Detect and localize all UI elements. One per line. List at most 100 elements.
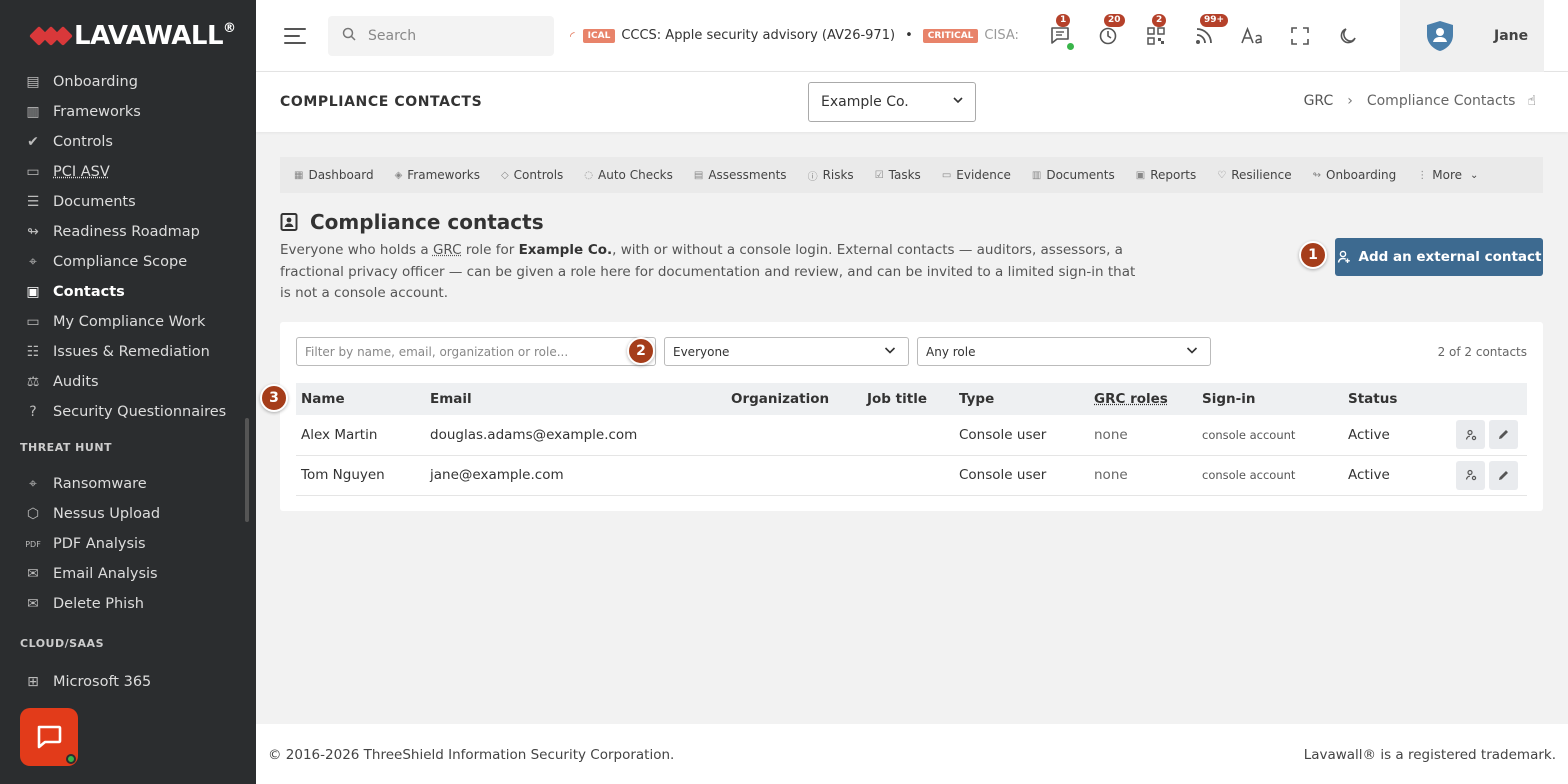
tab-controls[interactable]: ◇ Controls (501, 168, 563, 182)
col-name[interactable]: Name (296, 383, 425, 415)
organization-select[interactable]: Example Co. (808, 82, 976, 122)
role-select-value: Any role (926, 344, 976, 359)
manage-user-button[interactable] (1456, 460, 1485, 490)
sidebar-item-ransomware[interactable]: ⌖ Ransomware (0, 469, 256, 499)
contact-type-select[interactable]: Everyone (664, 337, 909, 366)
step-marker-1: 1 (1299, 241, 1327, 269)
cell-actions (1451, 415, 1527, 456)
col-sign-in[interactable]: Sign-in (1197, 383, 1343, 415)
font-size-icon[interactable] (1240, 24, 1264, 48)
tab-assessments[interactable]: ▤ Assessments (694, 168, 787, 182)
nav-compliance: ▤ Onboarding ▥ Frameworks ✔ Controls ▭ PCI A… (0, 67, 256, 427)
dark-mode-icon[interactable] (1336, 24, 1360, 48)
user-settings-icon (1465, 429, 1476, 440)
sidebar-item-contacts[interactable]: ▣ Contacts (0, 277, 256, 307)
grid-icon: ⊞ (27, 674, 39, 690)
ticker-item[interactable]: CISA: CV (984, 28, 1022, 43)
messages-icon[interactable]: 1 (1048, 13, 1074, 50)
sidebar-item-microsoft-365[interactable]: ⊞ Microsoft 365 (0, 667, 256, 697)
tab-tasks[interactable]: ☑ Tasks (875, 168, 921, 182)
tab-dashboard[interactable]: ▦ Dashboard (294, 168, 374, 182)
nav-threat-hunt: ⌖ Ransomware ⬡ Nessus Upload PDF PDF Analys… (0, 469, 256, 619)
user-menu[interactable]: Jane (1400, 0, 1544, 72)
cell-status: Active (1343, 455, 1451, 496)
cell-job-title (862, 455, 954, 496)
role-select[interactable]: Any role (917, 337, 1211, 366)
onboarding-icon: ↬ (1312, 169, 1321, 181)
col-job-title[interactable]: Job title (862, 383, 954, 415)
edit-button[interactable] (1489, 460, 1518, 490)
col-type[interactable]: Type (954, 383, 1089, 415)
status-dot (1067, 42, 1074, 50)
fullscreen-icon[interactable] (1288, 24, 1312, 48)
cell-status: Active (1343, 415, 1451, 456)
sidebar-item-controls[interactable]: ✔ Controls (0, 127, 256, 157)
add-user-icon (1337, 250, 1350, 263)
assessments-icon: ▤ (693, 169, 704, 181)
sidebar-scrollbar[interactable] (245, 418, 249, 522)
add-external-contact-button[interactable]: Add an external contact (1335, 238, 1543, 276)
col-organization[interactable]: Organization (726, 383, 862, 415)
contacts-icon: ▣ (26, 284, 40, 300)
sidebar-item-pdf-analysis[interactable]: PDF PDF Analysis (0, 529, 256, 559)
tab-onboarding[interactable]: ↬ Onboarding (1313, 168, 1397, 182)
search-placeholder: Search (368, 27, 417, 44)
tab-more[interactable]: ⋮ More ⌄ (1417, 168, 1478, 182)
user-name: Jane (1494, 28, 1529, 44)
inbox-icon: ▭ (26, 314, 40, 330)
tab-resilience[interactable]: ♡ Resilience (1217, 168, 1291, 182)
qr-code-icon[interactable]: 2 (1144, 13, 1168, 48)
tab-auto-checks[interactable]: ◌ Auto Checks (584, 168, 673, 182)
roadmap-icon: ↬ (27, 224, 39, 240)
col-grc-roles[interactable]: GRC roles (1089, 383, 1197, 415)
breadcrumb: GRC › Compliance Contacts ☝ (1304, 93, 1536, 109)
sidebar-item-email-analysis[interactable]: ✉ Email Analysis (0, 559, 256, 589)
brand-logo[interactable]: LAVAWALL® (0, 0, 256, 72)
ticker-badge: ICAL (582, 28, 616, 43)
search-box[interactable]: Search (328, 15, 554, 56)
alerts-count-badge: 20 (1104, 13, 1125, 27)
news-ticker[interactable]: ◜ ICAL CCCS: Apple security advisory (AV… (570, 16, 1022, 56)
sidebar-item-audits[interactable]: ⚖ Audits (0, 367, 256, 397)
pci-icon: ▭ (26, 164, 40, 180)
cell-grc-roles: none (1089, 455, 1197, 496)
user-settings-icon (1465, 469, 1476, 481)
tab-frameworks[interactable]: ◈ Frameworks (395, 168, 480, 182)
sidebar-item-onboarding[interactable]: ▤ Onboarding (0, 67, 256, 97)
manage-user-button[interactable] (1456, 420, 1485, 450)
sidebar-item-documents[interactable]: ☰ Documents (0, 187, 256, 217)
ticker-item[interactable]: CCCS: Apple security advisory (AV26-971) (621, 28, 895, 43)
section-description: Everyone who holds a GRC role for Exampl… (280, 242, 1136, 301)
col-status[interactable]: Status (1343, 383, 1451, 415)
sidebar-item-frameworks[interactable]: ▥ Frameworks (0, 97, 256, 127)
col-email[interactable]: Email (425, 383, 726, 415)
sidebar: LAVAWALL® ▤ Onboarding ▥ Frameworks ✔ Contr… (0, 0, 256, 784)
chat-button[interactable] (20, 708, 78, 766)
tab-documents[interactable]: ▥ Documents (1032, 168, 1115, 182)
alerts-timer-icon[interactable]: 20 (1096, 13, 1125, 48)
edit-button[interactable] (1489, 420, 1518, 450)
sidebar-item-compliance-scope[interactable]: ⌖ Compliance Scope (0, 247, 256, 277)
page-header: COMPLIANCE CONTACTS Example Co. GRC › Co… (256, 72, 1568, 132)
tab-evidence[interactable]: ▭ Evidence (942, 168, 1011, 182)
avatar (1426, 20, 1454, 52)
sidebar-item-delete-phish[interactable]: ✉ Delete Phish (0, 589, 256, 619)
cell-grc-roles: none (1089, 415, 1197, 456)
sidebar-item-readiness-roadmap[interactable]: ↬ Readiness Roadmap (0, 217, 256, 247)
tab-risks[interactable]: ⓘ Risks (808, 168, 854, 183)
email-delete-icon: ✉ (27, 596, 39, 612)
sidebar-item-issues-remediation[interactable]: ☷ Issues & Remediation (0, 337, 256, 367)
feeds-icon[interactable]: 99+ (1192, 13, 1229, 48)
sidebar-item-security-questionnaires[interactable]: ? Security Questionnaires (0, 397, 256, 427)
sidebar-item-pci-asv[interactable]: ▭ PCI ASV (0, 157, 256, 187)
sidebar-item-nessus-upload[interactable]: ⬡ Nessus Upload (0, 499, 256, 529)
tab-reports[interactable]: ▣ Reports (1136, 168, 1196, 182)
sidebar-item-my-compliance-work[interactable]: ▭ My Compliance Work (0, 307, 256, 337)
breadcrumb-grc[interactable]: GRC (1304, 93, 1334, 109)
cell-email: jane@example.com (425, 455, 726, 496)
pencil-icon (1499, 470, 1508, 480)
filter-input[interactable] (296, 337, 656, 366)
table-row: Tom Nguyen jane@example.com Console user… (296, 455, 1527, 496)
menu-toggle-icon[interactable] (284, 27, 306, 44)
organization-select-value: Example Co. (821, 94, 909, 110)
